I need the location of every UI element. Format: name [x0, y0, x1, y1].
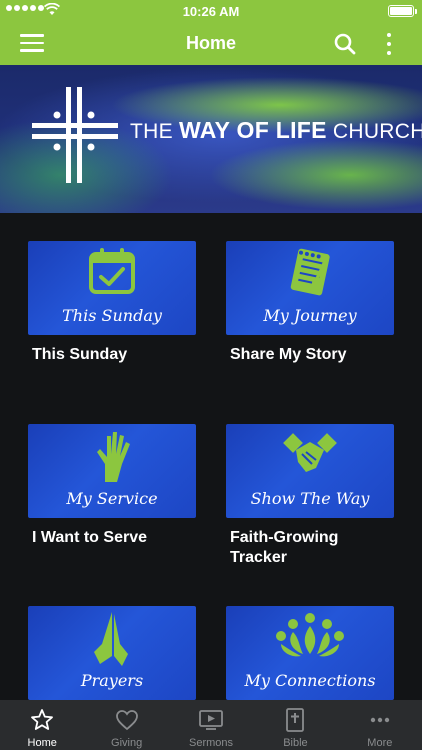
tile-card[interactable]: This Sunday — [28, 241, 196, 335]
tab-bible[interactable]: Bible — [253, 700, 337, 750]
status-bar: 10:26 AM — [0, 0, 422, 22]
tile-card[interactable]: My Connections — [226, 606, 394, 700]
tab-more[interactable]: More — [338, 700, 422, 750]
tab-label: More — [367, 737, 393, 749]
search-icon[interactable] — [333, 32, 357, 56]
more-dots-icon — [370, 717, 390, 723]
tile-this-sunday[interactable]: This Sunday This Sunday — [28, 241, 196, 365]
tile-script-title: My Journey — [263, 306, 357, 325]
nav-bar: Home — [0, 22, 422, 65]
tile-label: Share My Story — [230, 346, 347, 363]
tab-bar: Home Giving Sermons Bible More — [0, 700, 422, 750]
tile-card[interactable]: Show The Way — [226, 424, 394, 518]
tab-label: Giving — [111, 737, 143, 749]
heart-icon — [115, 710, 138, 731]
notebook-icon — [290, 248, 330, 296]
tile-card[interactable]: My Journey — [226, 241, 394, 335]
tile-script-title: Prayers — [80, 671, 144, 690]
tile-card[interactable]: Prayers — [28, 606, 196, 700]
raised-hand-icon — [97, 432, 130, 482]
tab-sermons[interactable]: Sermons — [169, 700, 253, 750]
page-title: Home — [185, 33, 236, 53]
people-circle-icon — [276, 613, 344, 657]
church-name: THE WAY OF LIFE CHURCH — [130, 117, 422, 143]
tile-label: I Want to Serve — [32, 529, 147, 546]
video-play-icon — [199, 710, 223, 730]
tab-giving[interactable]: Giving — [84, 700, 168, 750]
status-time: 10:26 AM — [182, 4, 240, 19]
bible-icon — [286, 708, 305, 732]
tab-label: Bible — [283, 737, 308, 749]
home-tiles-grid: This Sunday This Sunday My Journey Share… — [0, 213, 422, 700]
tile-script-title: This Sunday — [62, 306, 162, 325]
tile-script-title: Show The Way — [250, 489, 370, 508]
praying-hands-icon — [94, 612, 128, 666]
tile-my-service[interactable]: My Service I Want to Serve — [28, 424, 196, 548]
church-banner: THE WAY OF LIFE CHURCH — [0, 65, 422, 213]
tab-home[interactable]: Home — [0, 700, 84, 750]
tile-label: Faith-Growing Tracker — [230, 529, 339, 566]
tile-card[interactable]: My Service — [28, 424, 196, 518]
calendar-check-icon — [89, 248, 135, 294]
tile-prayers[interactable]: Prayers — [28, 606, 196, 700]
tile-script-title: My Service — [66, 489, 158, 508]
more-options-icon[interactable] — [382, 31, 396, 57]
tile-label: This Sunday — [32, 346, 128, 363]
tile-my-journey[interactable]: My Journey Share My Story — [226, 241, 394, 365]
tile-show-the-way[interactable]: Show The Way Faith-Growing Tracker — [226, 424, 394, 568]
star-icon — [31, 709, 54, 730]
tile-my-connections[interactable]: My Connections — [226, 606, 394, 700]
tab-label: Home — [27, 737, 57, 749]
tab-label: Sermons — [189, 737, 234, 749]
handshake-icon — [283, 433, 337, 472]
battery-icon — [388, 5, 414, 17]
church-logo-icon — [32, 87, 118, 183]
tile-script-title: My Connections — [244, 671, 376, 690]
